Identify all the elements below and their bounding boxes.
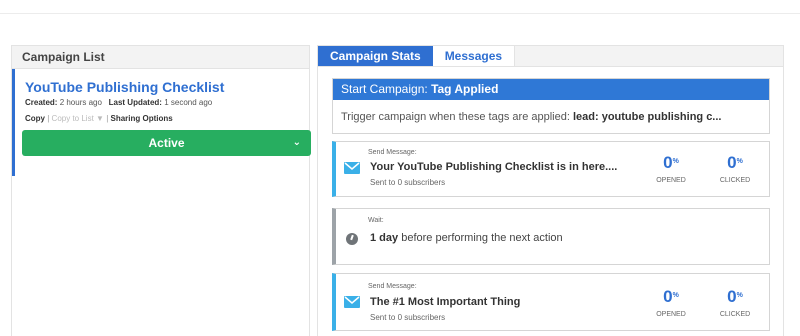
tab-bar: Campaign Stats Messages [318,45,783,67]
envelope-icon [344,162,360,174]
filter-icon[interactable]: ▼ [96,114,104,123]
chevron-down-icon: ⌄ [292,137,301,148]
campaign-title-link[interactable]: YouTube Publishing Checklist [25,80,299,95]
clicked-value: 0 [727,153,737,172]
clock-icon [346,233,358,245]
clicked-caption: CLICKED [719,177,751,184]
updated-label: Last Updated: [108,98,162,107]
opened-value: 0 [663,287,673,306]
clicked-value: 0 [727,287,737,306]
step-label: Wait: [368,217,384,224]
top-divider [0,13,800,14]
message-title[interactable]: Your YouTube Publishing Checklist is in … [370,161,617,173]
opened-stat: 0% OPENED [646,153,696,185]
sharing-options-link[interactable]: Sharing Options [111,114,173,123]
step-label: Send Message: [368,149,417,156]
campaign-list-panel: Campaign List YouTube Publishing Checkli… [11,45,311,336]
sent-count: Sent to 0 subscribers [370,313,446,322]
message-step-card[interactable]: Send Message: Your YouTube Publishing Ch… [332,141,770,197]
clicked-caption: CLICKED [719,311,751,318]
opened-stat: 0% OPENED [646,287,696,319]
wait-step-card[interactable]: Wait: 1 day before performing the next a… [332,208,770,265]
copy-link[interactable]: Copy [25,114,45,123]
opened-caption: OPENED [656,177,686,184]
opened-caption: OPENED [656,311,686,318]
campaign-actions: Copy | Copy to List ▼ | Sharing Options [25,114,299,124]
status-label: Active [148,136,185,150]
campaign-list-item[interactable]: YouTube Publishing Checklist Created: 2 … [12,69,311,176]
copy-to-list-link[interactable]: Copy to List [52,114,94,123]
envelope-icon [344,296,360,308]
message-step-card[interactable]: Send Message: The #1 Most Important Thin… [332,273,770,331]
start-campaign-body: Trigger campaign when these tags are app… [333,100,769,123]
clicked-stat: 0% CLICKED [710,153,760,185]
campaign-detail-panel: Campaign Stats Messages Start Campaign: … [317,45,784,336]
clicked-stat: 0% CLICKED [710,287,760,319]
campaign-meta: Created: 2 hours ago Last Updated: 1 sec… [25,98,299,108]
separator: | [47,114,50,123]
wait-description: 1 day before performing the next action [370,232,563,244]
start-campaign-header: Start Campaign: Tag Applied [333,79,769,100]
created-label: Created: [25,98,58,107]
percent-sign: % [736,292,743,299]
tab-campaign-stats[interactable]: Campaign Stats [318,46,433,66]
step-label: Send Message: [368,283,417,290]
wait-rest: before performing the next action [401,232,563,244]
created-value: 2 hours ago [59,98,102,107]
percent-sign: % [736,158,743,165]
wait-duration: 1 day [370,232,399,244]
message-title[interactable]: The #1 Most Important Thing [370,296,520,308]
percent-sign: % [672,158,679,165]
tab-messages[interactable]: Messages [432,46,516,66]
trigger-text: Trigger campaign when these tags are app… [341,111,570,123]
campaign-list-header: Campaign List [12,46,309,69]
sent-count: Sent to 0 subscribers [370,178,446,187]
status-dropdown-button[interactable]: Active ⌄ [22,130,311,156]
percent-sign: % [672,292,679,299]
start-trigger: Tag Applied [431,82,499,96]
trigger-tag: lead: youtube publishing c... [572,111,722,123]
start-prefix: Start Campaign: [341,82,428,96]
separator: | [106,114,109,123]
start-campaign-box[interactable]: Start Campaign: Tag Applied Trigger camp… [332,78,770,134]
opened-value: 0 [663,153,673,172]
updated-value: 1 second ago [164,98,213,107]
